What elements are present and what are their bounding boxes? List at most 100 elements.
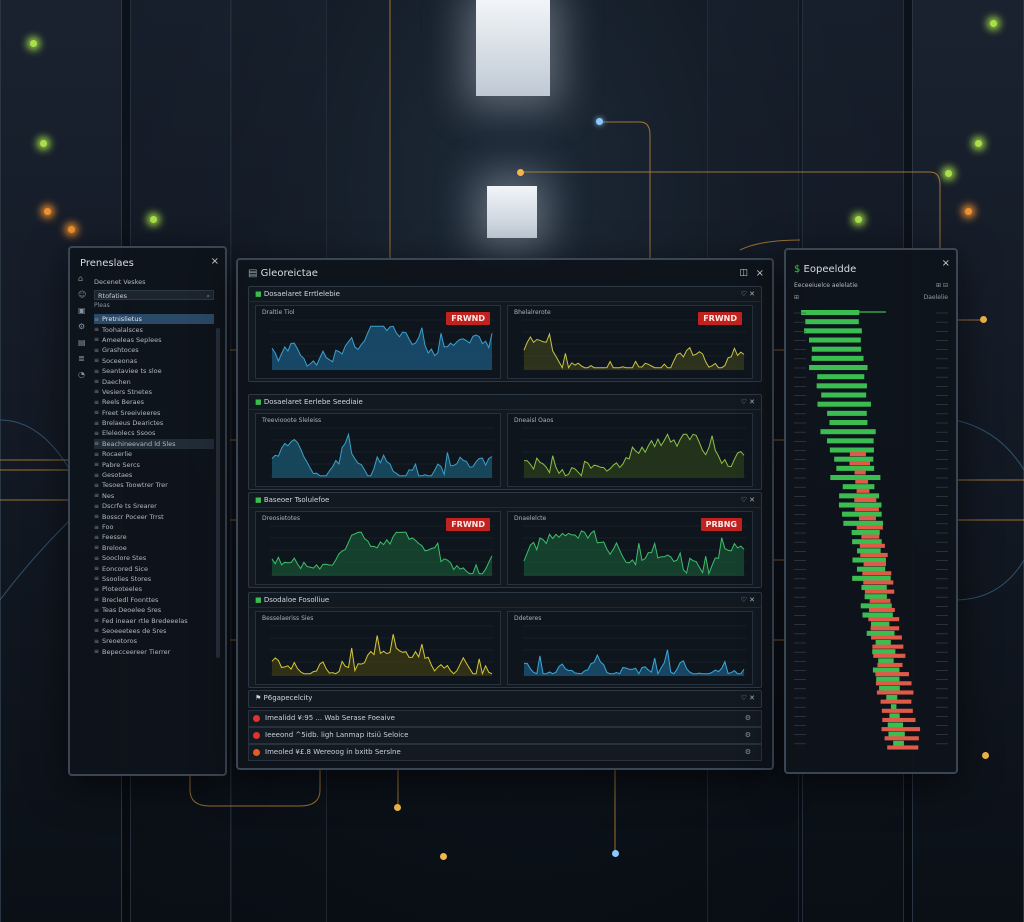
nav-item[interactable]: ≡ Bepecceereer Tierrer — [94, 647, 214, 657]
nav-item[interactable]: ≡ Feessre — [94, 532, 214, 542]
depth-bar-ask — [868, 617, 900, 622]
depth-bar-bid — [852, 539, 882, 545]
nav-item[interactable]: ≡ Freet Sreeivieeres — [94, 408, 214, 418]
row-title-text: Dosaelaret Eerlebe Seediaie — [263, 398, 363, 406]
alert-item[interactable]: Imeoled ¥£.8 Wereoog in bxitb Serslne ⚙ — [248, 744, 762, 761]
depth-bar-ask — [875, 681, 912, 686]
nav-item[interactable]: ≡ Vesiers Stnetes — [94, 387, 214, 397]
chart-row-title: ■ Baseoer Tsolulefoe — [249, 493, 761, 508]
nav-item[interactable]: ≡ Ploteoteeles — [94, 584, 214, 594]
alert-badge[interactable]: FRWND — [446, 518, 490, 531]
nav-item[interactable]: ≡ Rocaerlie — [94, 449, 214, 459]
nav-item[interactable]: ≡ Nes — [94, 491, 214, 501]
depth-bar-bid — [843, 520, 884, 526]
settings-icon[interactable]: ⚙ — [78, 322, 92, 338]
home-icon[interactable]: ⌂ — [78, 274, 92, 290]
chart-panel[interactable]: Treeviooote Sleleiss — [255, 413, 501, 487]
chart-panel[interactable]: Dneaisl Oaos — [507, 413, 753, 487]
folder-icon[interactable]: ▣ — [78, 306, 92, 322]
search-input[interactable]: Rtofaties ⌕ — [94, 290, 214, 300]
maximize-icon[interactable]: ◫ — [739, 268, 748, 278]
nav-item[interactable]: ≡ Eleleolecs Ssoos — [94, 428, 214, 438]
nav-item[interactable]: ≡ Soceeonas — [94, 356, 214, 366]
chart-row: ■ Baseoer Tsolulefoe ♡ ✕ Dreosietotes FRWND… — [248, 492, 762, 588]
nav-item[interactable]: ≡ Foo — [94, 522, 214, 532]
row-controls[interactable]: ♡ ✕ — [741, 493, 755, 507]
row-controls[interactable]: ♡ ✕ — [741, 287, 755, 301]
depth-bar-bid — [862, 612, 893, 618]
nav-item[interactable]: ≡ Eoncored Sice — [94, 563, 214, 573]
nav-item[interactable]: ≡ Fed ineaer rtle Bredeeelas — [94, 615, 214, 625]
nav-item[interactable]: ≡ Seoeeetees de Sres — [94, 626, 214, 636]
nav-item[interactable]: ≡ Brelooe — [94, 543, 214, 553]
nav-item[interactable]: ≡ Sreoetoros — [94, 636, 214, 646]
chart-row: ■ Dosaelaret Errtlelebie ♡ ✕ Draltie Tiol F… — [248, 286, 762, 382]
chart-panel[interactable]: Draltie Tiol FRWND — [255, 305, 501, 379]
chart-panel[interactable]: Ddeteres — [507, 611, 753, 685]
user-icon[interactable]: ☺ — [78, 290, 92, 306]
nav-item-icon: ≡ — [94, 575, 100, 583]
depth-bar-ask — [854, 507, 879, 512]
nav-item[interactable]: ≡ Sooclore Stes — [94, 553, 214, 563]
bell-icon[interactable]: ◔ — [78, 370, 92, 386]
chart-icon[interactable]: ▤ — [78, 338, 92, 354]
nav-item-icon: ≡ — [94, 492, 100, 500]
nav-item[interactable]: ≡ Seantaviee ts sloe — [94, 366, 214, 376]
nav-item-icon: ≡ — [94, 544, 100, 552]
chart-title: Besselaeriss Sies — [262, 615, 314, 622]
nav-item[interactable]: ≡ Teas Deoelee Sres — [94, 605, 214, 615]
depth-bar-ask — [887, 745, 919, 750]
nav-item-label: Gesotaes — [102, 471, 133, 480]
alerts-controls[interactable]: ♡ ✕ — [741, 691, 755, 705]
close-icon[interactable]: × — [756, 268, 764, 279]
nav-item-label: Seoeeetees de Sres — [102, 626, 167, 635]
nav-item[interactable]: ≡ Beachineevand ld Sles — [94, 438, 214, 450]
depth-bar-ask — [876, 690, 914, 695]
depth-bar-ask — [855, 479, 869, 484]
nav-item[interactable]: ≡ Pabre Sercs — [94, 459, 214, 469]
nav-item-label: Freet Sreeivieeres — [102, 408, 161, 417]
nav-item[interactable]: ≡ Bosscr Poceer Trrst — [94, 511, 214, 521]
alert-badge[interactable]: FRWND — [698, 312, 742, 325]
chart-panel[interactable]: Dreosietotes FRWND — [255, 511, 501, 585]
row-icon: ■ — [255, 496, 264, 504]
nav-item-icon: ≡ — [94, 326, 100, 334]
depth-bar-ask — [871, 635, 902, 640]
nav-item-label: Seantaviee ts sloe — [102, 367, 162, 376]
alert-settings-icon[interactable]: ⚙ — [745, 728, 751, 743]
chart-panel[interactable]: Dnaelelcte PRBNG — [507, 511, 753, 585]
nav-item[interactable]: ≡ Ssoolies Stores — [94, 574, 214, 584]
alert-settings-icon[interactable]: ⚙ — [745, 711, 751, 726]
depth-bar-ask — [863, 580, 894, 585]
chart-panel[interactable]: Bhelalrerote FRWND — [507, 305, 753, 379]
row-controls[interactable]: ♡ ✕ — [741, 593, 755, 607]
nav-item[interactable]: ≡ Ameeleas Seplees — [94, 335, 214, 345]
nav-item[interactable]: ≡ Toohalalsces — [94, 324, 214, 334]
depth-bar-bid — [860, 603, 892, 609]
nav-item[interactable]: ≡ Reels Beraes — [94, 397, 214, 407]
depth-bar-ask — [861, 534, 880, 539]
depth-bar-bid — [876, 676, 900, 682]
chart-panel[interactable]: Besselaeriss Sies — [255, 611, 501, 685]
right-panel: $ Eopeeldde × Eeceeiuelce aelelatie ⊞ ⊟ … — [784, 248, 958, 774]
nav-item[interactable]: ≡ Tesoes Toowtrer Trer — [94, 480, 214, 490]
depth-bar-bid — [851, 530, 880, 536]
close-icon[interactable]: × — [211, 256, 219, 267]
alert-badge[interactable]: FRWND — [446, 312, 490, 325]
row-controls[interactable]: ♡ ✕ — [741, 395, 755, 409]
list-icon[interactable]: ≣ — [78, 354, 92, 370]
nav-item[interactable]: ≡ Pretnislietus — [94, 314, 214, 325]
depth-bar-ask — [856, 488, 870, 493]
alert-settings-icon[interactable]: ⚙ — [745, 745, 751, 760]
nav-item[interactable]: ≡ Brecledl Foonttes — [94, 595, 214, 605]
nav-item[interactable]: ≡ Grashtoces — [94, 345, 214, 355]
nav-item[interactable]: ≡ Dscrfe ts Srearer — [94, 501, 214, 511]
nav-item[interactable]: ≡ Daechen — [94, 376, 214, 386]
depth-bar-ask — [869, 598, 891, 603]
nav-item[interactable]: ≡ Gesotaes — [94, 470, 214, 480]
alert-item[interactable]: Imealidd ¥:95 ... Wab Serase Foeaive ⚙ — [248, 710, 762, 727]
alert-item[interactable]: Ieeeond ^5idb. ligh Lanmap itsiü Seloice… — [248, 727, 762, 744]
scrollbar[interactable] — [216, 328, 220, 658]
alert-badge[interactable]: PRBNG — [700, 518, 742, 531]
nav-item[interactable]: ≡ Brelaeus Dearictes — [94, 418, 214, 428]
